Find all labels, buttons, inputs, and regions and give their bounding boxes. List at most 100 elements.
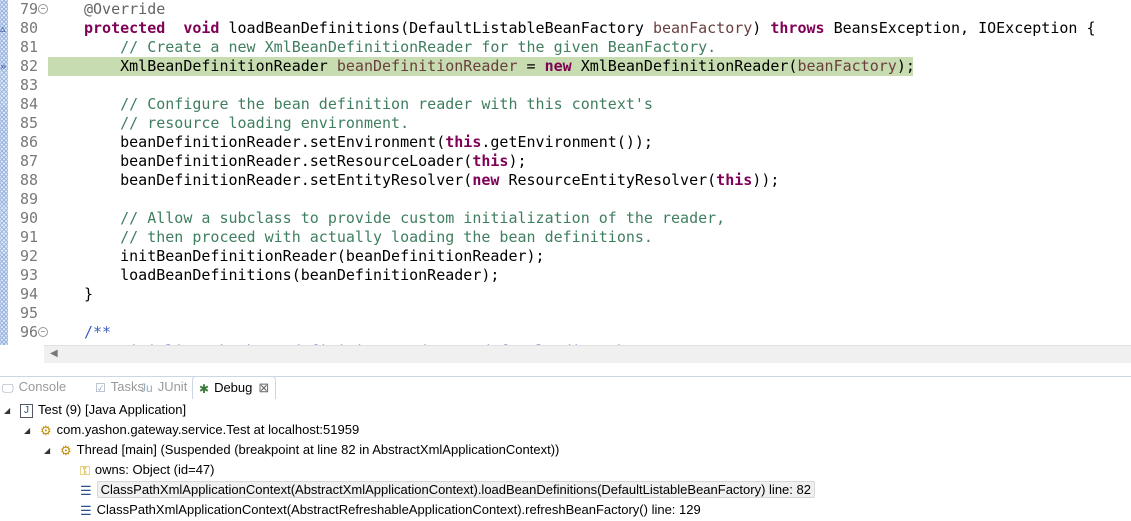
tab-junit[interactable]: Ju JUnit: [140, 376, 187, 398]
fold-toggle-icon[interactable]: −: [38, 4, 48, 14]
line-number: 92: [19, 247, 38, 265]
tree-label: ClassPathXmlApplicationContext(AbstractX…: [96, 481, 815, 498]
line-number: 95: [19, 304, 38, 322]
tree-row[interactable]: ☰ ClassPathXmlApplicationContext(Abstract…: [80, 500, 701, 520]
code-token: ): [752, 19, 771, 37]
tree-label: com.yashon.gateway.service.Test at local…: [56, 422, 360, 437]
expand-triangle-icon[interactable]: ◢: [44, 441, 50, 461]
code-token: beanFactory: [652, 19, 753, 37]
tab-tasks[interactable]: ☑ Tasks: [95, 376, 144, 398]
stack-frame-icon: ☰: [80, 502, 92, 518]
keyword: this: [716, 171, 753, 189]
line-number: 87: [19, 152, 38, 170]
keyword: this: [445, 133, 482, 151]
code-token: @Override: [84, 0, 166, 18]
key-icon: ⚿: [80, 462, 90, 478]
line-number: 86: [19, 133, 38, 151]
instruction-pointer-icon: »: [0, 60, 7, 73]
line-number: 94: [19, 285, 38, 303]
scroll-left-icon[interactable]: ◀: [50, 348, 58, 359]
tree-label: Test (9) [Java Application]: [38, 402, 187, 417]
line-number: 84: [19, 95, 38, 113]
keyword: this: [472, 152, 509, 170]
code-line[interactable]: 87 beanDefinitionReader.setResourceLoade…: [0, 152, 1131, 171]
tree-row[interactable]: ⚙ Thread [main] (Suspended (breakpoint at…: [60, 440, 559, 460]
code-line[interactable]: 95: [0, 304, 1131, 323]
code-token: beanDefinitionReader.setResourceLoader(: [84, 152, 473, 170]
keyword: void: [183, 19, 220, 37]
view-tabs: 🖵 Console ☑ Tasks Ju JUnit ✱ Debug ⊠: [0, 376, 1131, 399]
code-line[interactable]: 79− @Override: [0, 0, 1131, 19]
comment: // Configure the bean definition reader …: [120, 95, 653, 113]
code-token: XmlBeanDefinitionReader: [84, 57, 337, 75]
line-number: 93: [19, 266, 38, 284]
code-line[interactable]: 92 initBeanDefinitionReader(beanDefiniti…: [0, 247, 1131, 266]
code-token: beanFactory: [797, 57, 897, 75]
code-editor[interactable]: 79− @Override ▵ 80 protected void loadBeanDe…: [0, 0, 1131, 345]
code-token: /**: [84, 323, 112, 341]
code-line[interactable]: 96− /**: [0, 323, 1131, 342]
code-token: beanDefinitionReader: [336, 57, 518, 75]
line-number: 83: [19, 76, 38, 94]
code-line[interactable]: 93 loadBeanDefinitions(beanDefinitionRea…: [0, 266, 1131, 285]
code-token: }: [84, 285, 94, 303]
code-line[interactable]: ▵ 80 protected void loadBeanDefinitions(De…: [0, 19, 1131, 38]
tree-label: owns: Object (id=47): [94, 462, 215, 477]
tab-label: Tasks: [110, 379, 144, 394]
code-line[interactable]: 94}: [0, 285, 1131, 304]
code-line[interactable]: 90 // Allow a subclass to provide custom…: [0, 209, 1131, 228]
keyword: throws: [770, 19, 825, 37]
close-tab-icon[interactable]: ⊠: [258, 380, 269, 395]
tree-row[interactable]: J Test (9) [Java Application]: [20, 400, 186, 420]
line-number: 91: [19, 228, 38, 246]
debug-target-icon: ⚙: [40, 422, 52, 438]
code-token: initBeanDefinitionReader(beanDefinitionR…: [84, 247, 545, 265]
fold-toggle-icon[interactable]: −: [38, 327, 48, 337]
code-line[interactable]: 83: [0, 76, 1131, 95]
code-line[interactable]: 88 beanDefinitionReader.setEntityResolve…: [0, 171, 1131, 190]
code-token: =: [517, 57, 545, 75]
tree-row[interactable]: ☰ ClassPathXmlApplicationContext(Abstract…: [80, 480, 815, 500]
tab-label: Console: [18, 379, 67, 394]
expand-triangle-icon[interactable]: ◢: [24, 421, 30, 441]
tab-console[interactable]: 🖵 Console: [2, 376, 66, 398]
line-number: 88: [19, 171, 38, 189]
code-line[interactable]: » 82 XmlBeanDefinitionReader beanDefiniti…: [0, 57, 1131, 76]
tasks-icon: ☑: [95, 380, 106, 395]
code-line[interactable]: 91 // then proceed with actually loading…: [0, 228, 1131, 247]
code-line[interactable]: 89: [0, 190, 1131, 209]
horizontal-scrollbar[interactable]: ◀: [44, 345, 1131, 364]
line-number: 85: [19, 114, 38, 132]
code-line[interactable]: 84 // Configure the bean definition read…: [0, 95, 1131, 114]
line-number: 80: [19, 19, 38, 37]
code-token: beanDefinitionReader.setEntityResolver(: [84, 171, 473, 189]
tab-debug[interactable]: ✱ Debug ⊠: [192, 376, 277, 399]
code-token: beanDefinitionReader.setEnvironment(: [84, 133, 446, 151]
keyword: new: [544, 57, 572, 75]
code-text: beanDefinitionReader.setEnvironment(this…: [84, 133, 653, 152]
code-line[interactable]: 86 beanDefinitionReader.setEnvironment(t…: [0, 133, 1131, 152]
keyword: protected: [84, 19, 166, 37]
code-text: beanDefinitionReader.setEntityResolver(n…: [84, 171, 779, 190]
tree-row[interactable]: ⚙ com.yashon.gateway.service.Test at loca…: [40, 420, 359, 440]
line-number: 97: [8, 342, 38, 345]
comment: // then proceed with actually loading th…: [120, 228, 653, 246]
tab-label: JUnit: [157, 379, 188, 394]
junit-icon: Ju: [140, 380, 153, 395]
tree-row[interactable]: ⚿ owns: Object (id=47): [80, 460, 215, 480]
line-number: 89: [19, 190, 38, 208]
code-token: ));: [752, 171, 780, 189]
thread-suspended-icon: ⚙: [60, 442, 72, 458]
code-line[interactable]: 85 // resource loading environment.: [0, 114, 1131, 133]
code-text: }: [84, 285, 93, 304]
keyword: new: [472, 171, 500, 189]
code-text: @Override: [84, 0, 165, 19]
expand-triangle-icon[interactable]: ◢: [4, 401, 10, 421]
stack-frame-icon: ☰: [80, 482, 92, 498]
code-line[interactable]: 81 // Create a new XmlBeanDefinitionRead…: [0, 38, 1131, 57]
